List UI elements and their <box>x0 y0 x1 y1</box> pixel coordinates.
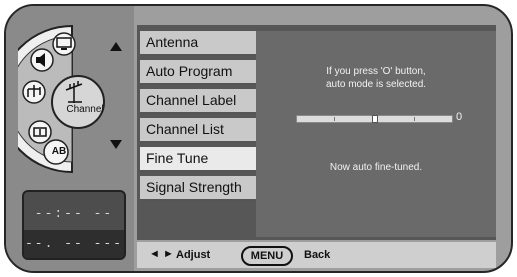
ab-label: AB <box>51 146 67 157</box>
scroll-up-icon[interactable] <box>110 42 122 51</box>
slider-knob[interactable] <box>371 115 378 123</box>
status-text: Now auto fine-tuned. <box>329 162 423 173</box>
channel-center-icon <box>51 75 105 129</box>
channel-label: Channel <box>66 104 104 115</box>
timer-icon[interactable] <box>28 120 52 144</box>
clock-date: --. -- ---- <box>24 230 124 258</box>
slider-tick <box>414 117 415 121</box>
menu-item-channel-list[interactable]: Channel List <box>140 118 256 143</box>
footer-bar: ◄ ► Adjust MENU Back <box>137 242 496 268</box>
fine-tune-slider[interactable] <box>296 115 453 123</box>
fine-tune-panel: If you press 'O' button, auto mode is se… <box>256 31 496 237</box>
menu-item-antenna[interactable]: Antenna <box>140 31 256 56</box>
instruction-line-1: If you press 'O' button, <box>326 66 426 77</box>
adjust-label: Adjust <box>176 249 211 261</box>
clock-time: --:-- -- <box>34 206 114 221</box>
instruction-line-2: auto mode is selected. <box>325 79 427 90</box>
channel-menu: Antenna Auto Program Channel Label Chann… <box>140 31 256 205</box>
menu-item-fine-tune[interactable]: Fine Tune <box>140 147 256 172</box>
left-right-arrows-icon: ◄ ► <box>149 248 174 260</box>
clock-display: --:-- -- --. -- ---- <box>22 190 126 260</box>
menu-item-auto-program[interactable]: Auto Program <box>140 60 256 85</box>
menu-item-channel-label[interactable]: Channel Label <box>140 89 256 114</box>
monitor-icon[interactable] <box>52 32 76 56</box>
scroll-down-icon[interactable] <box>110 140 122 149</box>
back-label: Back <box>304 249 331 261</box>
slider-tick <box>334 117 335 121</box>
slider-value: 0 <box>456 111 463 123</box>
antenna-icon[interactable] <box>22 80 46 104</box>
speaker-icon[interactable] <box>30 48 54 72</box>
menu-button[interactable]: MENU <box>241 246 293 266</box>
menu-item-signal-strength[interactable]: Signal Strength <box>140 176 256 201</box>
